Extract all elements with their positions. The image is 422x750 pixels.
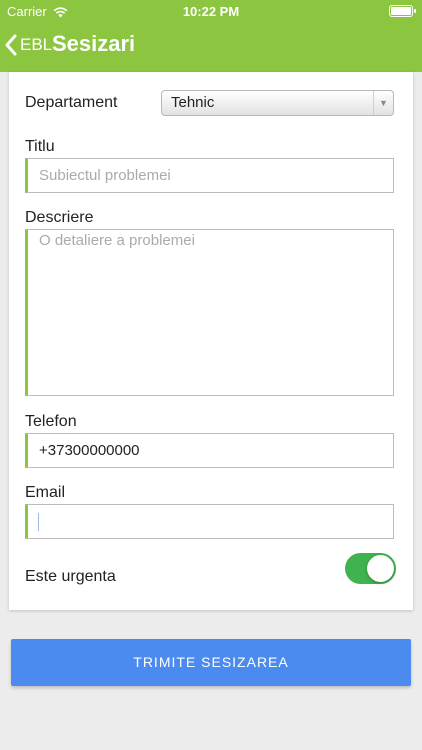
status-time: 10:22 PM	[182, 4, 240, 19]
text-caret	[38, 513, 39, 531]
departament-label: Departament	[25, 94, 118, 111]
form-card: Departament Tehnic ▼ Titlu Subiectul pro…	[9, 72, 413, 610]
chevron-down-icon: ▼	[373, 91, 393, 115]
titlu-placeholder: Subiectul problemei	[39, 167, 171, 184]
descriere-placeholder: O detaliere a problemei	[39, 232, 195, 249]
descriere-label: Descriere	[25, 209, 94, 226]
email-label: Email	[25, 484, 66, 501]
page-title: Sesizari	[52, 31, 136, 56]
status-bar: Carrier 10:22 PM	[0, 0, 422, 22]
telefon-value: +37300000000	[39, 442, 140, 459]
email-input[interactable]	[25, 504, 394, 539]
urgent-toggle[interactable]	[345, 553, 396, 584]
titlu-label: Titlu	[25, 138, 55, 155]
departament-value: Tehnic	[171, 94, 215, 111]
departament-select[interactable]: Tehnic ▼	[161, 90, 394, 116]
back-label: EBL	[20, 35, 53, 54]
battery-icon	[389, 5, 416, 17]
telefon-label: Telefon	[25, 413, 77, 430]
back-button[interactable]: EBL	[0, 22, 52, 68]
battery-level	[391, 7, 411, 15]
chevron-left-icon	[4, 34, 18, 56]
submit-button[interactable]: TRIMITE SESIZAREA	[11, 639, 411, 686]
nav-bar: EBL Sesizari	[0, 22, 422, 72]
urgent-label: Este urgenta	[25, 568, 116, 585]
toggle-knob	[367, 555, 394, 582]
descriere-textarea[interactable]: O detaliere a problemei	[25, 229, 394, 396]
titlu-input[interactable]: Subiectul problemei	[25, 158, 394, 193]
telefon-input[interactable]: +37300000000	[25, 433, 394, 468]
